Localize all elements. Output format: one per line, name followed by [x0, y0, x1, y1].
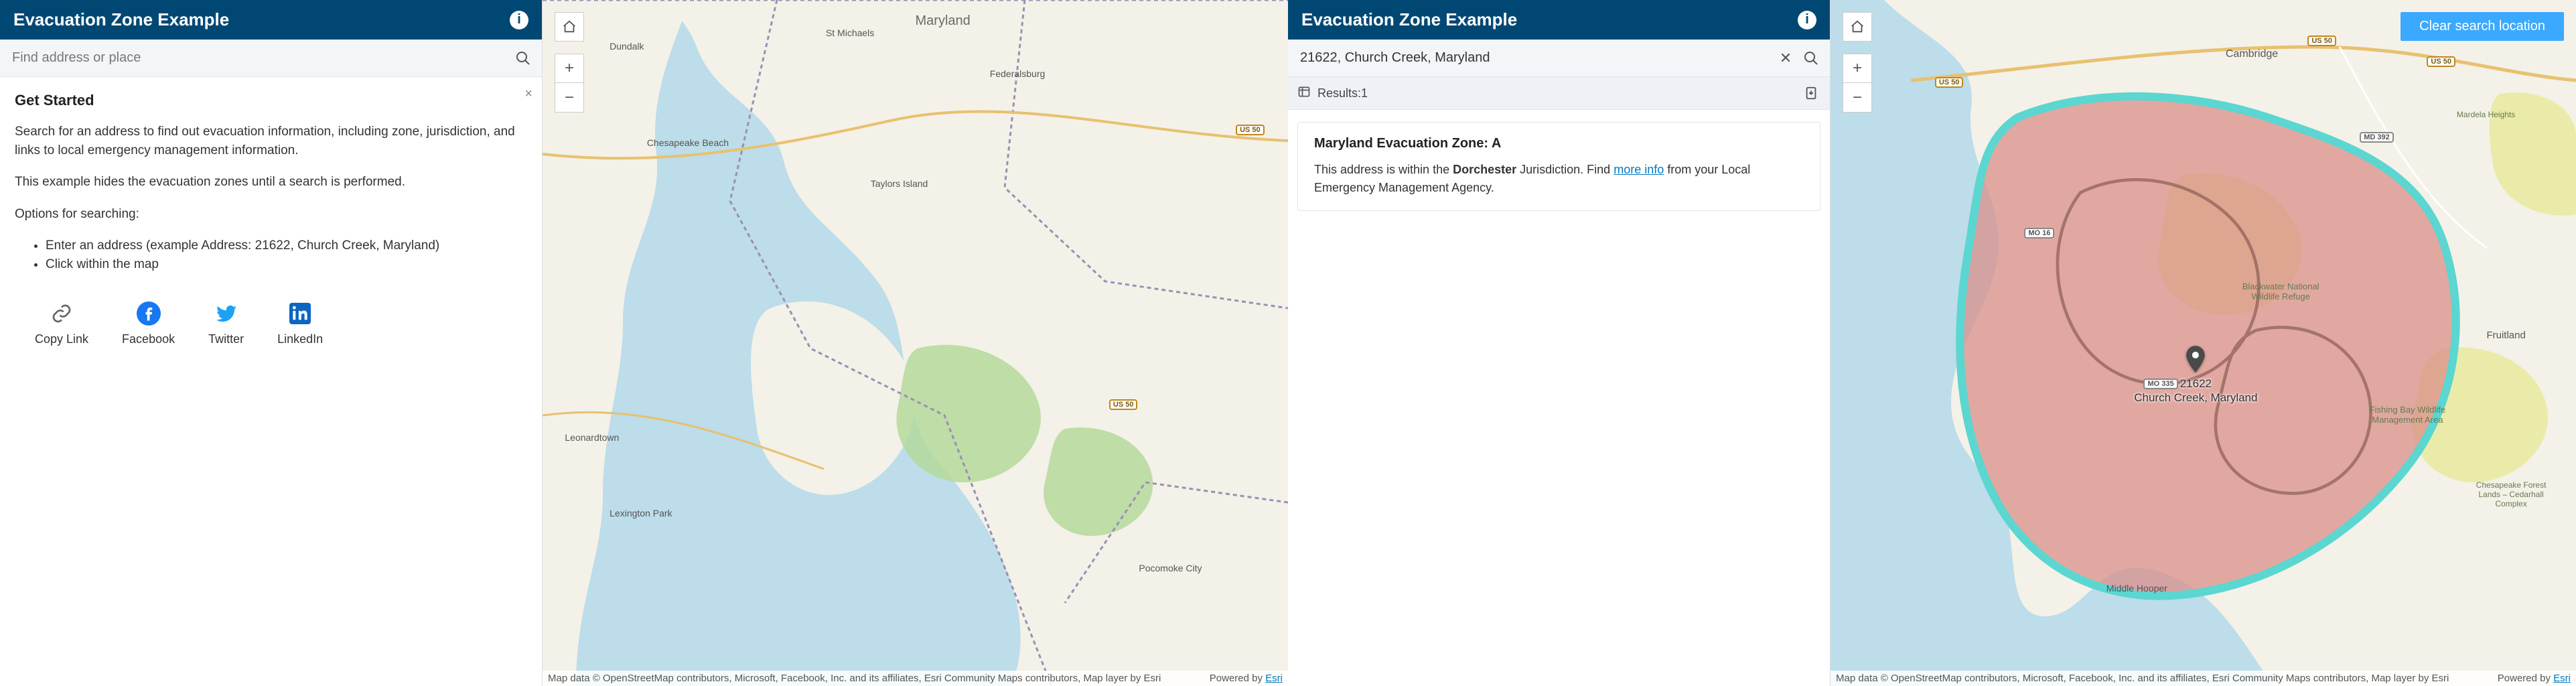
- powered-by: Powered by Esri: [2498, 673, 2571, 684]
- app-title: Evacuation Zone Example: [13, 9, 229, 30]
- search-bar: [0, 40, 542, 77]
- home-button[interactable]: [1843, 12, 1872, 42]
- map-label: Middle Hooper: [2106, 583, 2167, 594]
- sidebar: Evacuation Zone Example i × Get Started …: [0, 0, 543, 686]
- attribution-text: Map data © OpenStreetMap contributors, M…: [1836, 673, 2449, 684]
- panel-title: Get Started: [15, 92, 527, 109]
- results-icon: [1297, 85, 1311, 102]
- map-road-badge: MD 392: [2360, 131, 2394, 143]
- results-bar: Results:1: [1288, 77, 1830, 110]
- linkedin-button[interactable]: LinkedIn: [277, 300, 323, 346]
- result-title: Maryland Evacuation Zone: A: [1314, 136, 1804, 151]
- map-label: Lexington Park: [610, 508, 672, 519]
- panel-text: Options for searching:: [15, 205, 527, 224]
- close-icon[interactable]: ×: [524, 86, 532, 102]
- map-label: Leonardtown: [565, 432, 619, 443]
- map-label: Taylors Island: [871, 178, 928, 189]
- panel-text: Search for an address to find out evacua…: [15, 123, 527, 159]
- powered-by: Powered by Esri: [1210, 673, 1283, 684]
- export-icon[interactable]: [1802, 84, 1820, 102]
- map-label: St Michaels: [826, 27, 874, 38]
- map-road-badge: MO 335: [2143, 377, 2177, 389]
- map-road-badge: MO 16: [2024, 226, 2054, 238]
- more-info-link[interactable]: more info: [1614, 163, 1664, 176]
- clear-search-location-button[interactable]: Clear search location: [2401, 12, 2564, 41]
- results-count: Results:1: [1317, 86, 1368, 100]
- map-canvas[interactable]: 21622 Church Creek, Maryland Cambridge F…: [1831, 0, 2576, 686]
- result-body: This address is within the Dorchester Ju…: [1314, 161, 1804, 197]
- list-item: Enter an address (example Address: 21622…: [46, 236, 527, 255]
- map-basemap: [543, 0, 1288, 686]
- map-road-badge: US 50: [1109, 398, 1138, 410]
- zoom-out-button[interactable]: −: [1843, 83, 1872, 113]
- map-label: Pocomoke City: [1139, 563, 1202, 573]
- search-input[interactable]: [9, 46, 514, 70]
- map-label: Dundalk: [610, 41, 644, 52]
- zoom-out-button[interactable]: −: [555, 83, 584, 113]
- info-icon[interactable]: i: [1798, 11, 1816, 29]
- share-label: Copy Link: [35, 332, 88, 346]
- map-label: Chesapeake Forest Lands – Cedarhall Comp…: [2464, 480, 2558, 508]
- app-before-search: Evacuation Zone Example i × Get Started …: [0, 0, 1288, 686]
- map-label: Fruitland: [2486, 330, 2525, 341]
- twitter-icon: [213, 300, 240, 327]
- twitter-button[interactable]: Twitter: [208, 300, 244, 346]
- share-label: Facebook: [122, 332, 175, 346]
- map-label: Fishing Bay Wildlife Management Area: [2367, 405, 2447, 425]
- esri-link[interactable]: Esri: [1265, 673, 1283, 684]
- home-button[interactable]: [555, 12, 584, 42]
- map-canvas[interactable]: Maryland Dundalk Chesapeake Beach St Mic…: [543, 0, 1288, 686]
- app-header: Evacuation Zone Example i: [0, 0, 542, 40]
- linkedin-icon: [287, 300, 313, 327]
- map-road-badge: US 50: [1935, 76, 1964, 88]
- panel-text: This example hides the evacuation zones …: [15, 173, 527, 192]
- facebook-button[interactable]: Facebook: [122, 300, 175, 346]
- app-after-search: Evacuation Zone Example i ✕ Results:1 Ma…: [1288, 0, 2576, 686]
- app-header: Evacuation Zone Example i: [1288, 0, 1830, 40]
- clear-search-icon[interactable]: ✕: [1776, 49, 1795, 68]
- map-attribution: Map data © OpenStreetMap contributors, M…: [1831, 671, 2576, 686]
- map-label: Chesapeake Beach: [647, 137, 729, 148]
- attribution-text: Map data © OpenStreetMap contributors, M…: [548, 673, 1161, 684]
- jurisdiction-name: Dorchester: [1453, 163, 1516, 176]
- map-controls: + −: [1843, 12, 1872, 113]
- search-bar: ✕: [1288, 40, 1830, 77]
- result-card: Maryland Evacuation Zone: A This address…: [1297, 122, 1820, 211]
- map-attribution: Map data © OpenStreetMap contributors, M…: [543, 671, 1288, 686]
- facebook-icon: [135, 300, 162, 327]
- share-label: LinkedIn: [277, 332, 323, 346]
- map-controls: + −: [555, 12, 584, 113]
- map-road-badge: US 50: [1236, 123, 1265, 135]
- link-icon: [48, 300, 75, 327]
- map-label: Cambridge: [2226, 48, 2278, 60]
- sidebar: Evacuation Zone Example i ✕ Results:1 Ma…: [1288, 0, 1831, 686]
- map-label: Federalsburg: [990, 68, 1046, 79]
- zoom-in-button[interactable]: +: [555, 54, 584, 83]
- get-started-panel: × Get Started Search for an address to f…: [0, 77, 542, 360]
- share-row: Copy Link Facebook Twitter LinkedIn: [15, 293, 527, 353]
- app-title: Evacuation Zone Example: [1301, 9, 1517, 30]
- options-list: Enter an address (example Address: 21622…: [15, 236, 527, 273]
- search-icon[interactable]: [1802, 49, 1820, 68]
- map-road-badge: US 50: [2307, 34, 2336, 46]
- esri-link[interactable]: Esri: [2553, 673, 2571, 684]
- zoom-in-button[interactable]: +: [1843, 54, 1872, 83]
- info-icon[interactable]: i: [510, 11, 528, 29]
- map-label: Mardela Heights: [2457, 110, 2515, 119]
- list-item: Click within the map: [46, 255, 527, 274]
- search-input[interactable]: [1297, 46, 1776, 70]
- search-result-marker[interactable]: 21622 Church Creek, Maryland: [2134, 346, 2257, 405]
- map-label: Maryland: [916, 13, 971, 29]
- copy-link-button[interactable]: Copy Link: [35, 300, 88, 346]
- map-road-badge: US 50: [2427, 55, 2455, 67]
- search-icon[interactable]: [514, 49, 532, 68]
- share-label: Twitter: [208, 332, 244, 346]
- map-label: Blackwater National Wildlife Refuge: [2240, 281, 2321, 301]
